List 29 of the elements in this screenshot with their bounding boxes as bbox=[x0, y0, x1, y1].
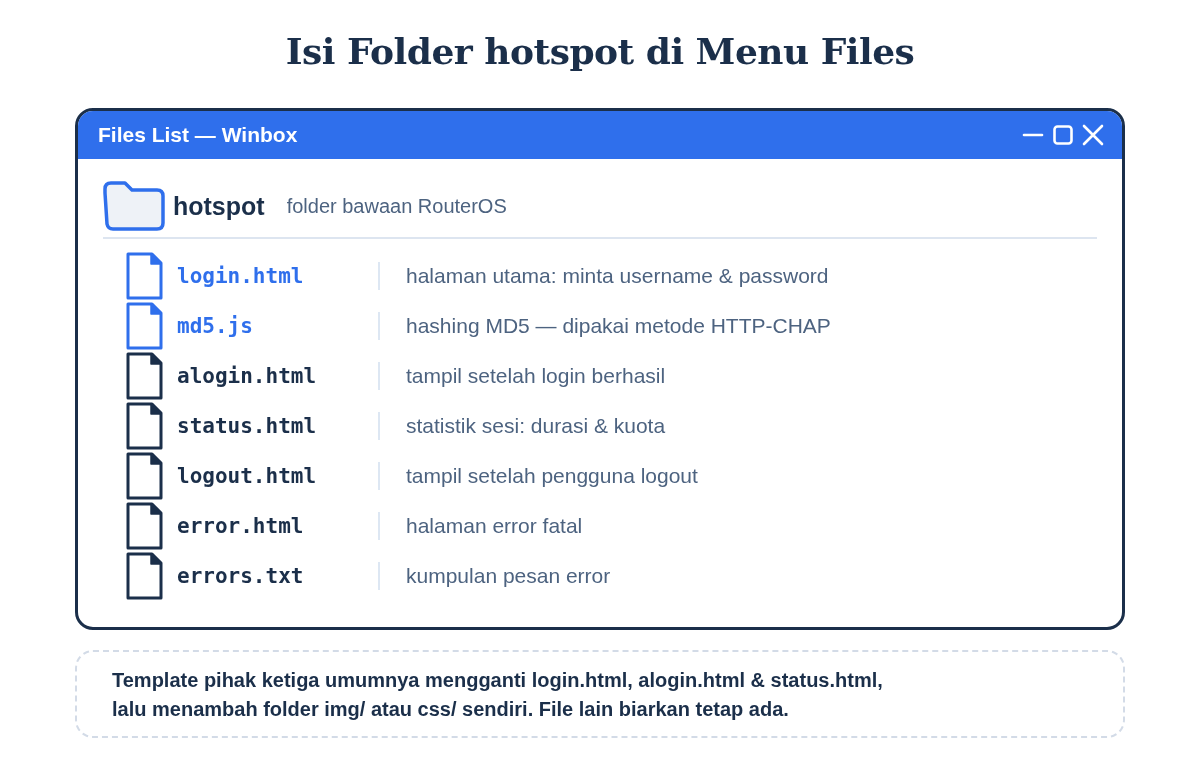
file-name: alogin.html bbox=[177, 364, 318, 388]
file-icon bbox=[126, 252, 163, 300]
file-icon bbox=[126, 302, 163, 350]
folder-name: hotspot bbox=[173, 191, 265, 221]
maximize-icon[interactable] bbox=[1052, 124, 1074, 146]
file-icon bbox=[126, 402, 163, 450]
window-title: Files List — Winbox bbox=[98, 123, 298, 147]
file-description: halaman error fatal bbox=[406, 514, 583, 538]
file-name: error.html bbox=[177, 514, 305, 538]
note-text: Template pihak ketiga umumnya mengganti login.html, alogin.html & status.html, lalu menambah folder img/ atau css/ sendiri. File lain biarkan tetap ada. bbox=[75, 650, 1125, 738]
file-name: login.html bbox=[177, 264, 305, 288]
file-icon bbox=[126, 502, 163, 550]
file-icon bbox=[126, 452, 163, 500]
file-name: logout.html bbox=[177, 464, 318, 488]
file-name: status.html bbox=[177, 414, 318, 438]
file-description: statistik sesi: durasi & kuota bbox=[406, 414, 666, 438]
file-icon bbox=[126, 352, 163, 400]
close-icon[interactable] bbox=[1082, 124, 1104, 146]
file-name: errors.txt bbox=[177, 564, 305, 588]
file-description: kumpulan pesan error bbox=[406, 564, 611, 588]
file-description: halaman utama: minta username & password bbox=[406, 264, 829, 288]
file-description: hashing MD5 — dipakai metode HTTP-CHAP bbox=[406, 314, 831, 338]
page-heading: Isi Folder hotspot di Menu Files bbox=[285, 29, 915, 74]
file-name: md5.js bbox=[177, 314, 254, 338]
folder-icon bbox=[103, 181, 165, 231]
file-description: tampil setelah pengguna logout bbox=[406, 464, 698, 488]
file-icon bbox=[126, 552, 163, 600]
folder-description: folder bawaan RouterOS bbox=[286, 194, 507, 218]
file-description: tampil setelah login berhasil bbox=[406, 364, 666, 388]
